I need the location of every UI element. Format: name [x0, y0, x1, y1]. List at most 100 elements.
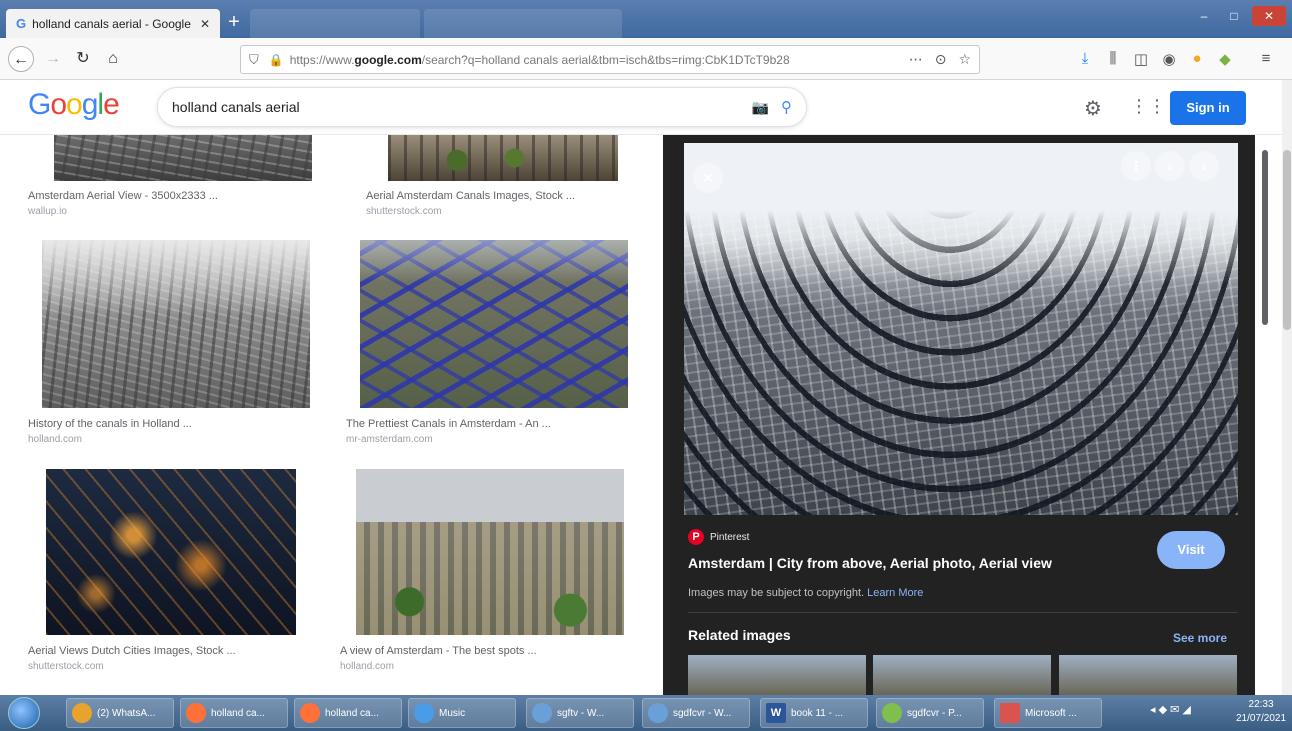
result-title[interactable]: Amsterdam Aerial View - 3500x2333 ...	[28, 190, 218, 202]
tracking-shield-icon[interactable]: ⛉	[249, 52, 259, 68]
result-thumbnail[interactable]	[360, 240, 628, 408]
page-scrollbar-thumb[interactable]	[1283, 150, 1291, 330]
preview-title[interactable]: Amsterdam | City from above, Aerial phot…	[688, 555, 1052, 571]
result-thumbnail[interactable]	[46, 469, 296, 635]
result-title[interactable]: The Prettiest Canals in Amsterdam - An .…	[346, 418, 551, 430]
preview-source[interactable]: P Pinterest	[688, 529, 749, 545]
extension-icon[interactable]: ◉	[1159, 50, 1179, 68]
see-more-link[interactable]: See more	[1173, 631, 1227, 645]
copyright-notice: Images may be subject to copyright. Lear…	[688, 587, 924, 599]
downloads-icon[interactable]: ⤓	[1075, 50, 1095, 67]
window-icon	[532, 703, 552, 723]
maximize-button[interactable]: □	[1220, 6, 1248, 26]
learn-more-link[interactable]: Learn More	[867, 587, 923, 599]
preview-image[interactable]	[684, 143, 1238, 515]
paint-icon	[882, 703, 902, 723]
close-preview-icon[interactable]: ✕	[693, 163, 723, 193]
menu-icon[interactable]: ≡	[1256, 50, 1276, 67]
forward-button[interactable]: →	[40, 46, 66, 72]
taskbar-item-firefox-1[interactable]: holland ca...	[180, 698, 288, 728]
system-tray[interactable]: ◂ ◆ ✉ ◢	[1150, 703, 1191, 716]
library-icon[interactable]: ⫼	[1103, 50, 1123, 67]
taskbar-clock[interactable]: 22:33 21/07/2021	[1236, 698, 1286, 726]
taskbar-item-word[interactable]: W book 11 - ...	[760, 698, 868, 728]
result-thumbnail[interactable]	[54, 135, 312, 181]
result-title[interactable]: Aerial Views Dutch Cities Images, Stock …	[28, 645, 236, 657]
search-icon[interactable]: ⚲	[781, 98, 792, 116]
result-title[interactable]: Aerial Amsterdam Canals Images, Stock ..…	[366, 190, 575, 202]
tab-close-icon[interactable]: ✕	[200, 17, 210, 31]
taskbar-item-firefox-2[interactable]: holland ca...	[294, 698, 402, 728]
tab-title: holland canals aerial - Google	[32, 16, 191, 31]
search-box[interactable]: 📷 ⚲	[157, 87, 807, 127]
firefox-icon	[186, 703, 206, 723]
result-domain: shutterstock.com	[28, 661, 104, 672]
tab-background-2[interactable]	[424, 9, 622, 38]
sign-in-button[interactable]: Sign in	[1170, 91, 1246, 125]
windows-taskbar: (2) WhatsA... holland ca... holland ca..…	[0, 695, 1292, 731]
back-button[interactable]: ←	[8, 46, 34, 72]
pocket-icon[interactable]: ⊙	[935, 51, 947, 68]
url-text[interactable]: https://www.google.com/search?q=holland …	[290, 53, 897, 67]
sidebar-icon[interactable]: ◫	[1131, 50, 1151, 68]
bookmark-star-icon[interactable]: ☆	[958, 51, 971, 68]
result-thumbnail[interactable]	[388, 135, 618, 181]
reload-icon[interactable]: ↻	[70, 46, 96, 72]
preview-scrollbar[interactable]	[1262, 150, 1268, 325]
visit-button[interactable]: Visit	[1157, 531, 1225, 569]
taskbar-item-music[interactable]: Music	[408, 698, 516, 728]
tab-background-1[interactable]	[250, 9, 420, 38]
result-thumbnail[interactable]	[356, 469, 624, 635]
extension-orange-icon[interactable]: ●	[1187, 50, 1207, 67]
result-domain: mr-amsterdam.com	[346, 434, 433, 445]
close-window-button[interactable]: ✕	[1252, 6, 1286, 26]
preview-source-name: Pinterest	[710, 531, 750, 543]
taskbar-item-sgftv[interactable]: sgftv - W...	[526, 698, 634, 728]
music-folder-icon	[414, 703, 434, 723]
result-thumbnail[interactable]	[42, 240, 310, 408]
camera-icon[interactable]: 📷	[752, 99, 769, 116]
image-preview-panel: ✕ ⋮ ‹ › P Pinterest Amsterdam | City fro…	[663, 135, 1255, 695]
related-image-thumbnail[interactable]	[1059, 655, 1237, 695]
result-domain: wallup.io	[28, 206, 67, 217]
home-icon[interactable]: ⌂	[100, 46, 126, 72]
search-input[interactable]	[172, 99, 740, 115]
taskbar-item-microsoft[interactable]: Microsoft ...	[994, 698, 1102, 728]
lock-icon[interactable]: 🔒	[269, 53, 284, 67]
related-image-thumbnail[interactable]	[688, 655, 866, 695]
result-card[interactable]: Aerial Views Dutch Cities Images, Stock …	[28, 467, 328, 672]
result-card[interactable]: History of the canals in Holland ... hol…	[28, 238, 328, 445]
result-card[interactable]: A view of Amsterdam - The best spots ...…	[340, 467, 640, 672]
clock-time: 22:33	[1248, 699, 1274, 710]
start-button[interactable]	[8, 697, 40, 729]
window-icon	[648, 703, 668, 723]
taskbar-item-paint[interactable]: sgdfcvr - P...	[876, 698, 984, 728]
result-card[interactable]: Aerial Amsterdam Canals Images, Stock ..…	[366, 135, 656, 217]
taskbar-item-sgdfcvr[interactable]: sgdfcvr - W...	[642, 698, 750, 728]
extension-green-icon[interactable]: ◆	[1215, 50, 1235, 68]
page-actions-icon[interactable]: ⋯	[909, 51, 923, 68]
new-tab-button[interactable]: +	[222, 12, 246, 34]
result-title[interactable]: A view of Amsterdam - The best spots ...	[340, 645, 537, 657]
office-icon	[1000, 703, 1020, 723]
google-header: Google 📷 ⚲ ⚙ ⋮⋮⋮ Sign in	[0, 80, 1282, 135]
navigation-toolbar: ← → ↻ ⌂ ⛉ 🔒 https://www.google.com/searc…	[0, 38, 1292, 80]
tab-google-search[interactable]: G holland canals aerial - Google ✕	[6, 9, 220, 38]
result-card[interactable]: The Prettiest Canals in Amsterdam - An .…	[346, 238, 646, 445]
related-image-thumbnail[interactable]	[873, 655, 1051, 695]
taskbar-item-whatsapp[interactable]: (2) WhatsA...	[66, 698, 174, 728]
result-title[interactable]: History of the canals in Holland ...	[28, 418, 192, 430]
image-results-grid: Amsterdam Aerial View - 3500x2333 ... wa…	[0, 135, 663, 695]
browser-tab-strip: G holland canals aerial - Google ✕ + – □…	[0, 0, 1292, 38]
result-domain: shutterstock.com	[366, 206, 442, 217]
chrome-icon	[72, 703, 92, 723]
google-logo[interactable]: Google	[28, 88, 120, 122]
address-bar[interactable]: ⛉ 🔒 https://www.google.com/search?q=holl…	[240, 45, 980, 74]
more-options-icon[interactable]: ⋮	[1121, 151, 1151, 181]
result-card[interactable]: Amsterdam Aerial View - 3500x2333 ... wa…	[28, 135, 328, 217]
settings-gear-icon[interactable]: ⚙	[1084, 96, 1102, 121]
minimize-button[interactable]: –	[1190, 6, 1218, 26]
next-image-icon[interactable]: ›	[1189, 151, 1219, 181]
previous-image-icon[interactable]: ‹	[1155, 151, 1185, 181]
word-icon: W	[766, 703, 786, 723]
